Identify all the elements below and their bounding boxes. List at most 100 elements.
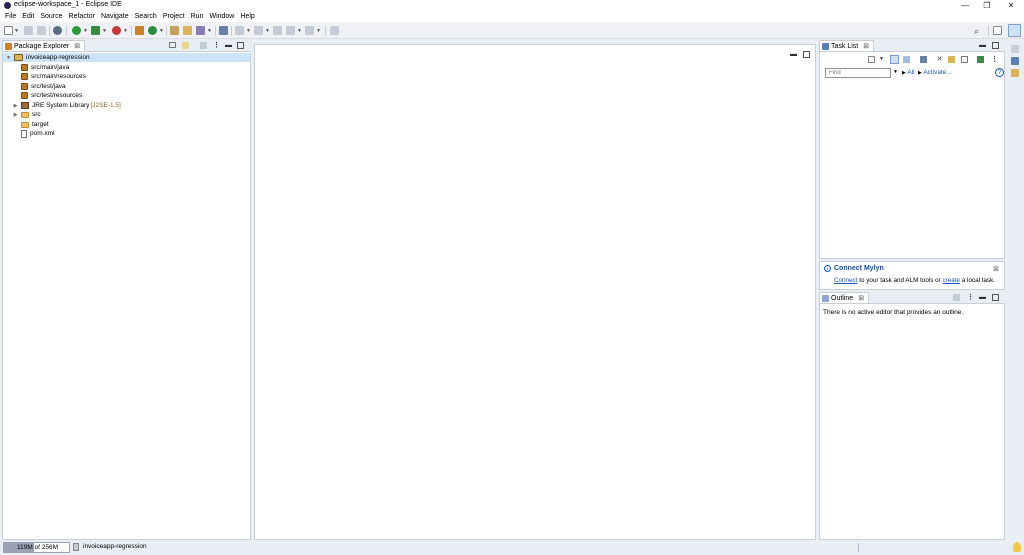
save-icon[interactable] [24, 26, 33, 35]
external-tools-icon[interactable] [112, 26, 121, 35]
tree-item-src-test-java[interactable]: src/test/java [13, 82, 66, 91]
task-list-trim-icon[interactable] [1011, 57, 1019, 65]
filter-icon[interactable] [200, 42, 207, 49]
restore-button[interactable]: ❐ [976, 0, 998, 11]
new-task-dropdown-icon[interactable]: ▼ [878, 56, 885, 63]
synchronize-icon[interactable] [977, 56, 984, 63]
outline-trim-icon[interactable] [1011, 69, 1019, 77]
connect-link[interactable]: Connect [834, 277, 857, 284]
search-tool-icon[interactable] [196, 26, 205, 35]
tree-item-project[interactable]: ▼ invoiceapp-regression [3, 53, 250, 62]
coverage-icon[interactable] [91, 26, 100, 35]
collapse-all-icon[interactable] [169, 42, 176, 48]
restore-icon[interactable] [1011, 45, 1019, 53]
hide-completed-icon[interactable]: ✕ [936, 56, 943, 63]
java-perspective-icon[interactable] [1008, 24, 1021, 37]
forward-icon[interactable] [305, 26, 314, 35]
close-tab-icon[interactable]: ⊠ [863, 42, 869, 50]
tree-item-target[interactable]: target [13, 120, 49, 129]
minimize-editor-icon[interactable]: ▬ [790, 51, 797, 58]
tree-item-pom-xml[interactable]: pom.xml [13, 129, 55, 138]
categorized-icon[interactable] [890, 55, 899, 64]
minimize-view-icon[interactable]: ▬ [225, 42, 232, 49]
view-menu-icon[interactable]: ⋮ [967, 294, 974, 301]
last-edit-location-icon[interactable] [273, 26, 282, 35]
new-java-package-icon[interactable] [135, 26, 144, 35]
menu-window[interactable]: Window [206, 11, 237, 22]
activate-task-link[interactable]: ▶ Activate... [918, 69, 952, 76]
coverage-dropdown-icon[interactable]: ▼ [102, 28, 107, 34]
new-java-class-icon[interactable] [148, 26, 157, 35]
task-find-input[interactable] [825, 68, 891, 78]
tree-item-src-main-java[interactable]: src/main/java [13, 63, 69, 72]
link-with-editor-icon[interactable] [182, 42, 189, 49]
close-tab-icon[interactable]: ⊠ [74, 42, 80, 50]
expand-toggle-icon[interactable]: ▼ [6, 55, 11, 61]
maximize-editor-icon[interactable] [803, 51, 810, 58]
new-icon[interactable] [4, 26, 13, 35]
close-tab-icon[interactable]: ⊠ [858, 294, 864, 302]
run-icon[interactable] [72, 26, 81, 35]
new-dropdown-icon[interactable]: ▼ [14, 28, 19, 34]
view-menu-icon[interactable]: ⋮ [213, 42, 220, 49]
menu-file[interactable]: File [2, 11, 19, 22]
run-dropdown-icon[interactable]: ▼ [83, 28, 88, 34]
menu-help[interactable]: Help [237, 11, 257, 22]
menu-edit[interactable]: Edit [19, 11, 37, 22]
expand-tasks-icon[interactable] [961, 56, 968, 63]
minimize-view-icon[interactable]: ▬ [979, 42, 986, 49]
garbage-collect-icon[interactable] [73, 543, 79, 551]
new-task-icon[interactable] [868, 56, 875, 63]
heap-status[interactable]: 119M of 256M [3, 542, 70, 553]
menu-source[interactable]: Source [37, 11, 65, 22]
previous-annotation-icon[interactable] [254, 26, 263, 35]
pin-editor-icon[interactable] [330, 26, 339, 35]
next-annotation-icon[interactable] [235, 26, 244, 35]
view-menu-icon[interactable]: ⋮ [991, 56, 998, 63]
open-perspective-icon[interactable] [993, 26, 1002, 35]
help-icon[interactable]: ? [995, 68, 1004, 77]
search-icon[interactable]: ⌕ [974, 26, 979, 37]
save-all-icon[interactable] [37, 26, 46, 35]
maximize-view-icon[interactable] [992, 294, 999, 301]
minimize-button[interactable]: — [954, 0, 976, 11]
forward-dropdown-icon[interactable]: ▼ [316, 28, 321, 34]
expand-toggle-icon[interactable]: ▶ [13, 103, 18, 109]
maximize-view-icon[interactable] [992, 42, 999, 49]
external-tools-dropdown-icon[interactable]: ▼ [123, 28, 128, 34]
filter-icon[interactable] [953, 294, 960, 301]
scheduled-icon[interactable] [903, 56, 910, 63]
tree-item-jre-library[interactable]: ▶ JRE System Library [J2SE-1.5] [13, 101, 121, 110]
expand-toggle-icon[interactable]: ▶ [13, 112, 18, 118]
create-link[interactable]: create [943, 277, 961, 284]
back-icon[interactable] [286, 26, 295, 35]
minimize-view-icon[interactable]: ▬ [979, 294, 986, 301]
tip-lightbulb-icon[interactable] [1013, 542, 1021, 552]
next-annotation-dropdown-icon[interactable]: ▼ [246, 28, 251, 34]
collapse-tasks-icon[interactable] [948, 56, 955, 63]
search-dropdown-icon[interactable]: ▼ [207, 28, 212, 34]
tree-item-src-test-resources[interactable]: src/test/resources [13, 91, 82, 100]
find-dropdown-icon[interactable]: ▼ [893, 69, 898, 75]
tab-task-list[interactable]: Task List ⊠ [819, 40, 875, 51]
menu-navigate[interactable]: Navigate [98, 11, 132, 22]
toggle-mark-occurrences-icon[interactable] [219, 26, 228, 35]
previous-annotation-dropdown-icon[interactable]: ▼ [265, 28, 270, 34]
tab-package-explorer[interactable]: Package Explorer ⊠ [2, 40, 86, 51]
maximize-view-icon[interactable] [237, 42, 244, 49]
menu-search[interactable]: Search [132, 11, 160, 22]
open-task-icon[interactable] [183, 26, 192, 35]
tree-item-src[interactable]: ▶ src [13, 110, 41, 119]
debug-icon[interactable] [53, 26, 62, 35]
close-button[interactable]: ✕ [1000, 0, 1022, 11]
menu-refactor[interactable]: Refactor [66, 11, 98, 22]
focus-workweek-icon[interactable] [920, 56, 927, 63]
tree-item-src-main-resources[interactable]: src/main/resources [13, 72, 86, 81]
new-class-dropdown-icon[interactable]: ▼ [159, 28, 164, 34]
back-dropdown-icon[interactable]: ▼ [297, 28, 302, 34]
menu-project[interactable]: Project [160, 11, 188, 22]
close-mylyn-icon[interactable]: ⊠ [993, 265, 999, 273]
menu-run[interactable]: Run [188, 11, 207, 22]
tab-outline[interactable]: Outline ⊠ [819, 292, 870, 303]
open-type-icon[interactable] [170, 26, 179, 35]
